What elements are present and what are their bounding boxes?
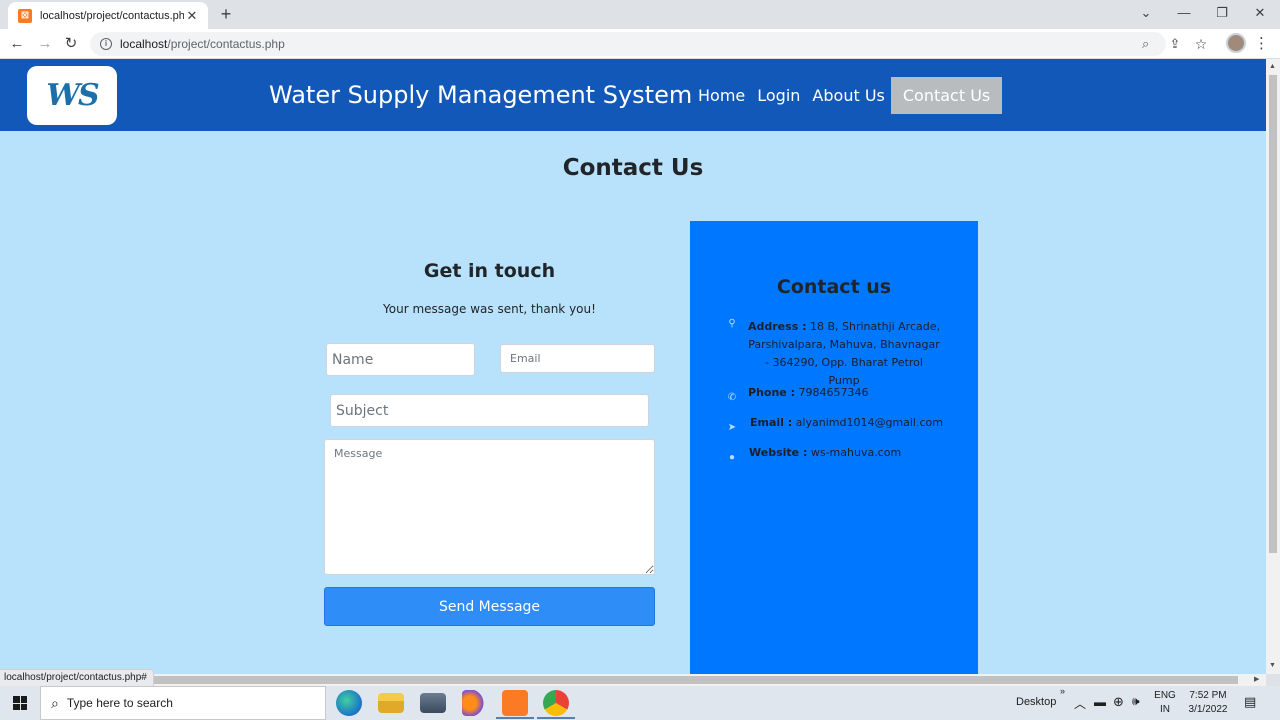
nav-login[interactable]: Login bbox=[751, 77, 806, 114]
site-info-icon[interactable]: i bbox=[100, 38, 112, 50]
notifications-icon[interactable]: ▤ bbox=[1244, 694, 1256, 710]
edge-icon[interactable] bbox=[336, 690, 362, 716]
sent-confirmation: Your message was sent, thank you! bbox=[383, 302, 596, 316]
clock-date: 3/1/2022 bbox=[1188, 704, 1228, 715]
nav-home[interactable]: Home bbox=[692, 77, 751, 114]
xampp-active-indicator bbox=[496, 717, 534, 719]
chrome-icon[interactable] bbox=[543, 690, 569, 716]
battery-icon[interactable]: ▬ bbox=[1094, 695, 1106, 709]
browser-tab[interactable]: ⊠ localhost/project/contactus.php ✕ bbox=[8, 2, 208, 29]
browser-toolbar: ← → ↻ i localhost/project/contactus.php … bbox=[0, 29, 1280, 59]
page-viewport: WS Water Supply Management System Home L… bbox=[0, 59, 1266, 674]
new-tab-icon[interactable]: + bbox=[216, 4, 236, 24]
tab-title: localhost/project/contactus.php bbox=[40, 9, 184, 22]
url-text: localhost/project/contactus.php bbox=[120, 37, 285, 51]
tab-close-icon[interactable]: ✕ bbox=[184, 8, 200, 24]
send-icon: ➤ bbox=[727, 422, 737, 433]
back-icon[interactable]: ← bbox=[6, 33, 28, 55]
site-header: WS Water Supply Management System Home L… bbox=[0, 59, 1266, 131]
bookmark-star-icon[interactable]: ☆ bbox=[1190, 33, 1212, 55]
email-label: Email : bbox=[750, 416, 793, 429]
windows-logo-icon bbox=[13, 696, 27, 710]
get-in-touch-heading: Get in touch bbox=[423, 260, 556, 282]
forward-icon[interactable]: → bbox=[34, 33, 56, 55]
tab-search-chevron-icon[interactable]: ⌄ bbox=[1128, 0, 1164, 29]
lang-bottom: IN bbox=[1160, 704, 1170, 715]
language-indicator[interactable]: ENG IN bbox=[1154, 690, 1176, 715]
scroll-up-icon[interactable]: ▲ bbox=[1269, 63, 1276, 70]
site-logo[interactable]: WS bbox=[27, 66, 117, 125]
nav-about-us[interactable]: About Us bbox=[806, 77, 890, 114]
scroll-right-icon[interactable]: ▶ bbox=[1254, 674, 1259, 686]
clock-time: 7:52 PM bbox=[1189, 690, 1227, 701]
image-app-icon[interactable] bbox=[420, 693, 446, 713]
vertical-scrollbar[interactable]: ▲ ▼ bbox=[1266, 59, 1280, 674]
network-globe-icon[interactable]: ⊕ bbox=[1113, 694, 1124, 710]
name-input[interactable] bbox=[326, 343, 475, 376]
website-line: Website : ws-mahuva.com bbox=[749, 444, 901, 462]
menu-kebab-icon[interactable]: ⋮ bbox=[1254, 33, 1269, 55]
taskbar-search-placeholder: Type here to search bbox=[66, 696, 173, 710]
contact-info-panel: Contact us ⚲ Address : 18 B, Shrinathji … bbox=[690, 221, 978, 674]
horizontal-scroll-thumb[interactable] bbox=[14, 676, 1238, 684]
paint-app-icon[interactable] bbox=[462, 690, 488, 716]
website-label: Website : bbox=[749, 446, 808, 459]
address-bar[interactable]: i localhost/project/contactus.php ⌕ bbox=[90, 32, 1166, 56]
share-icon[interactable]: ⇪ bbox=[1164, 33, 1186, 55]
horizontal-scrollbar[interactable]: ▶ bbox=[0, 674, 1266, 686]
email-input[interactable] bbox=[500, 344, 655, 373]
link-status-bubble: localhost/project/contactus.php# bbox=[0, 669, 154, 687]
lang-top: ENG bbox=[1154, 690, 1176, 701]
taskbar-search[interactable]: ⌕ Type here to search bbox=[40, 686, 326, 720]
search-icon: ⌕ bbox=[51, 694, 59, 711]
email-value: alyanimd1014@gmail.com bbox=[795, 416, 943, 429]
browser-tabstrip: ⊠ localhost/project/contactus.php ✕ + ⌄ … bbox=[0, 0, 1280, 29]
phone-value: 7984657346 bbox=[798, 386, 869, 399]
toolbar-expand-icon[interactable]: » bbox=[1060, 686, 1065, 696]
xampp-favicon-icon: ⊠ bbox=[18, 8, 32, 23]
start-button[interactable] bbox=[0, 686, 40, 720]
message-textarea[interactable] bbox=[324, 439, 655, 575]
minimize-icon[interactable]: — bbox=[1166, 0, 1202, 29]
site-title: Water Supply Management System bbox=[269, 81, 693, 109]
volume-icon[interactable]: 🕪 bbox=[1132, 694, 1140, 709]
windows-taskbar: ⌕ Type here to search Desktop » ︿ ▬ ⊕ 🕪 … bbox=[0, 686, 1280, 720]
website-value[interactable]: ws-mahuva.com bbox=[811, 446, 901, 459]
tray-overflow-icon[interactable]: ︿ bbox=[1074, 695, 1086, 712]
phone-line: Phone : 7984657346 bbox=[748, 384, 868, 402]
desktop-toolbar-label[interactable]: Desktop bbox=[1016, 696, 1056, 708]
globe-icon: ● bbox=[728, 452, 736, 463]
phone-label: Phone : bbox=[748, 386, 795, 399]
map-pin-icon: ⚲ bbox=[728, 318, 736, 329]
clock[interactable]: 7:52 PM 3/1/2022 bbox=[1184, 690, 1232, 715]
nav-contact-us[interactable]: Contact Us bbox=[890, 77, 1003, 114]
address-label: Address : bbox=[748, 320, 807, 333]
vertical-scroll-thumb[interactable] bbox=[1269, 75, 1277, 553]
chrome-active-indicator bbox=[537, 717, 575, 719]
scroll-down-icon[interactable]: ▼ bbox=[1269, 662, 1276, 669]
profile-avatar[interactable] bbox=[1226, 33, 1246, 53]
xampp-icon[interactable] bbox=[502, 690, 528, 716]
phone-icon: ✆ bbox=[727, 392, 737, 403]
restore-icon[interactable]: ❐ bbox=[1204, 0, 1240, 29]
send-message-button[interactable]: Send Message bbox=[324, 587, 655, 626]
zoom-icon[interactable]: ⌕ bbox=[1142, 32, 1149, 56]
contact-panel-heading: Contact us bbox=[776, 276, 892, 298]
file-explorer-icon[interactable] bbox=[378, 693, 404, 713]
email-line: Email : alyanimd1014@gmail.com bbox=[750, 414, 943, 432]
window-close-icon[interactable]: ✕ bbox=[1242, 0, 1278, 29]
logo-text: WS bbox=[46, 78, 99, 113]
reload-icon[interactable]: ↻ bbox=[60, 33, 82, 55]
subject-input[interactable] bbox=[330, 394, 649, 427]
address-line: Address : 18 B, Shrinathji Arcade, Parsh… bbox=[748, 318, 940, 390]
site-nav: Home Login About Us Contact Us bbox=[692, 77, 1003, 114]
page-title: Contact Us bbox=[562, 155, 704, 181]
